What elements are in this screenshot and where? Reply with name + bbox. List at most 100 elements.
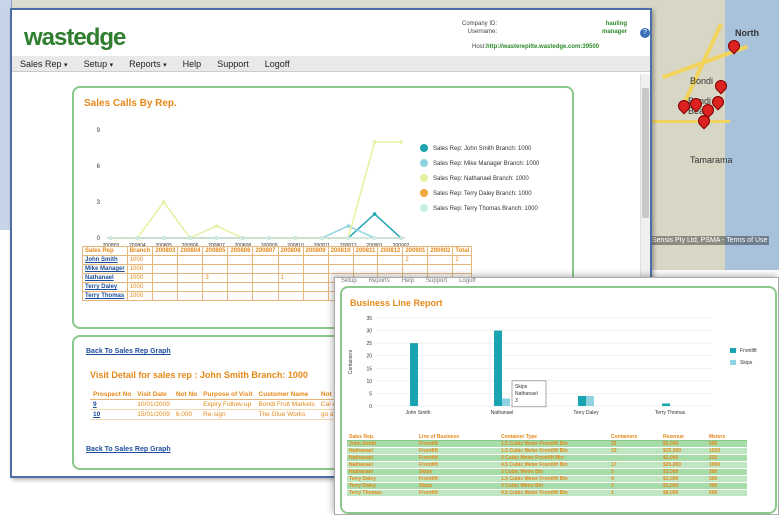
business-line-cell: 13 — [609, 447, 661, 455]
x-tick-label: Nathanael — [491, 410, 514, 416]
bar[interactable] — [410, 343, 418, 406]
business-line-cell: 3 — [609, 482, 661, 490]
y-tick-label: 3 — [97, 200, 101, 206]
y-tick-label: 5 — [369, 391, 372, 397]
table-row: Mike Manager 1000 — [82, 264, 473, 274]
series-line — [111, 212, 402, 239]
help-icon[interactable]: ? — [640, 28, 650, 38]
business-line-cell: Skips — [417, 468, 499, 476]
y-tick-label: 6 — [97, 164, 101, 170]
column-header: Branch — [126, 246, 154, 256]
bar[interactable] — [502, 398, 510, 406]
business-line-cell: Skips — [417, 482, 499, 490]
business-line-cell: Terry Daley — [347, 475, 417, 483]
prospect-link[interactable]: 9 — [90, 399, 135, 410]
business-line-cell: $8,000 — [661, 489, 707, 497]
bar[interactable] — [494, 330, 502, 406]
sales-rep-link[interactable]: Terry Thomas — [82, 291, 128, 301]
value-cell — [452, 264, 473, 274]
business-line-cell: 3 Cubic Metre Bin — [499, 468, 609, 476]
menu-label: Setup — [83, 58, 108, 69]
business-line-cell: 1 — [609, 489, 661, 497]
value-cell — [302, 264, 329, 274]
host-url[interactable]: http://wasterepilte.wastedge.com:39500 — [486, 44, 599, 50]
back-to-graph-link[interactable]: Back To Sales Rep Graph — [86, 348, 171, 355]
bar[interactable] — [578, 395, 586, 406]
value-cell — [152, 273, 179, 283]
back-to-graph-link-bottom[interactable]: Back To Sales Rep Graph — [86, 446, 171, 453]
column-header: 200808 — [277, 246, 304, 256]
sales-calls-line-chart: 0369200803 200804 200805 200806 200807 200808… — [97, 128, 540, 249]
legend-label: Frontlift — [740, 348, 757, 354]
legend-swatch — [730, 360, 736, 365]
column-header: Visit Date — [134, 390, 173, 400]
data-point — [346, 236, 351, 240]
visit-cell: Expiry Follow-up — [200, 399, 256, 410]
data-point — [161, 236, 166, 240]
business-line-cell: 4 — [609, 475, 661, 483]
column-header: 200810 — [327, 246, 354, 256]
sales-rep-link[interactable]: Mike Manager — [82, 264, 128, 274]
user-info: hauling manager — [602, 20, 627, 36]
prospect-link[interactable]: 10 — [90, 409, 135, 420]
tooltip-text: Nathanael — [515, 391, 538, 397]
value-cell — [277, 291, 304, 301]
main-menu-bar: Sales Rep ▾ Setup ▾ Reports ▾ Help Suppo… — [12, 56, 650, 72]
column-header: Prospect No — [90, 390, 135, 400]
tooltip-text: 3 — [515, 398, 518, 404]
table-row: 10 15/01/2009 6,000 Re-sign The Glue Works go… — [90, 409, 346, 420]
sales-rep-link[interactable]: Nathanael — [82, 273, 128, 283]
chevron-down-icon: ▾ — [109, 61, 114, 69]
menu-reports[interactable]: Reports ▾ — [121, 59, 175, 69]
map-label: Bondi — [690, 76, 714, 86]
business-line-cell: Frontlift — [417, 461, 499, 469]
business-line-cell — [609, 454, 661, 462]
map-road — [650, 120, 730, 123]
scrollbar-thumb[interactable] — [642, 88, 649, 218]
value-cell — [152, 291, 179, 301]
data-point — [267, 236, 271, 240]
business-line-cell: 3 — [609, 468, 661, 476]
business-line-panel: Business Line Report 0 5 10 15 20 25 30 35 Conta… — [340, 286, 777, 514]
company-value: hauling — [605, 21, 628, 27]
menu-support[interactable]: Support — [209, 59, 257, 69]
value-cell — [252, 291, 279, 301]
value-cell — [302, 282, 329, 292]
business-line-title: Business Line Report — [350, 298, 443, 308]
table-row: Terry Daley Skips 3 Cubic Metre Bin 3 $3,000… — [347, 482, 747, 490]
value-cell — [302, 273, 329, 283]
data-point — [109, 236, 113, 240]
business-line-cell: 25 — [609, 440, 661, 448]
column-header: Sales Rep — [82, 246, 128, 256]
company-info: Company ID: Username: — [462, 20, 497, 36]
business-line-cell: $3,000 — [661, 468, 707, 476]
sales-calls-title: Sales Calls By Rep. — [84, 98, 177, 109]
column-header: 200807 — [252, 246, 279, 256]
map-view[interactable]: North Bondi Bondi Beach Tamarama Sensis … — [640, 0, 779, 270]
sales-rep-link[interactable]: John Smith — [82, 255, 128, 265]
value-cell — [227, 255, 254, 265]
bar[interactable] — [662, 403, 670, 406]
table-row: Nathanael Frontlift 4.5 Cubic Meter Frontl… — [347, 461, 747, 469]
business-line-cell: $3,000 — [661, 482, 707, 490]
sales-rep-link[interactable]: Terry Daley — [82, 282, 128, 292]
menu-setup[interactable]: Setup ▾ — [76, 59, 122, 69]
bar[interactable] — [586, 395, 594, 406]
host-line: Host:http://wasterepilte.wastedge.com:39… — [472, 44, 599, 50]
menu-help[interactable]: Help — [175, 59, 210, 69]
y-tick-label: 35 — [366, 316, 372, 322]
menu-logoff[interactable]: Logoff — [257, 59, 298, 69]
value-cell — [152, 282, 179, 292]
value-cell — [252, 255, 279, 265]
y-tick-label: 25 — [366, 341, 372, 347]
wastedge-logo[interactable]: wastedge — [24, 24, 126, 52]
data-point — [214, 224, 219, 228]
value-cell — [202, 264, 229, 274]
visit-cell: Re-sign — [200, 409, 256, 420]
menu-sales-rep[interactable]: Sales Rep ▾ — [12, 59, 76, 69]
business-line-cell: 3 Cubic Metre Bin — [499, 482, 609, 490]
business-line-cell: 500 — [707, 475, 747, 483]
map-attribution[interactable]: Sensis Pty Ltd, PSMA - Terms of Use — [650, 236, 770, 245]
business-line-cell: 300 — [707, 482, 747, 490]
column-header: 200902 — [427, 246, 454, 256]
